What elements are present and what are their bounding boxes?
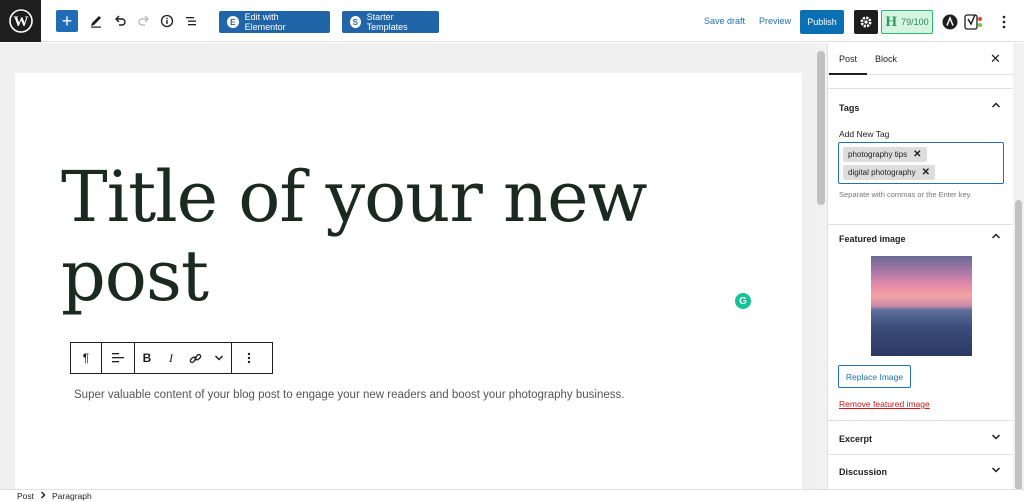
starter-templates-icon: S (350, 16, 361, 28)
chevron-down-icon[interactable] (991, 433, 1001, 444)
chevron-down-icon[interactable] (991, 466, 1001, 477)
editor-scrollbar[interactable] (815, 43, 827, 489)
save-draft-button[interactable]: Save draft (704, 16, 745, 26)
wordpress-logo-icon[interactable]: W (0, 0, 41, 42)
editor-scrollbar-thumb[interactable] (817, 51, 825, 205)
excerpt-heading[interactable]: Excerpt (839, 434, 872, 444)
info-icon[interactable] (157, 11, 177, 31)
remove-tag-icon[interactable]: ✕ (913, 149, 921, 160)
settings-gear-icon[interactable] (854, 10, 878, 34)
block-toolbar: ¶ B I (70, 342, 273, 374)
sidebar-scrollbar-thumb[interactable] (1015, 200, 1022, 490)
block-options-icon[interactable] (232, 343, 266, 373)
discussion-panel[interactable]: Discussion (828, 455, 1014, 489)
sidebar-tabs: Post Block ✕ (828, 43, 1014, 75)
more-options-icon[interactable] (994, 12, 1014, 32)
remove-tag-icon[interactable]: ✕ (922, 167, 930, 178)
featured-image-heading[interactable]: Featured image (839, 234, 906, 244)
align-left-icon[interactable] (102, 343, 134, 373)
seo-logo-icon: H (885, 13, 898, 30)
tag-input-box[interactable]: photography tips ✕ digital photography ✕ (838, 142, 1004, 184)
breadcrumb: Post Paragraph (0, 489, 1024, 502)
sidebar-scrollbar[interactable] (1013, 43, 1024, 490)
discussion-heading[interactable]: Discussion (839, 467, 887, 477)
undo-icon[interactable] (110, 11, 130, 31)
svg-text:W: W (13, 14, 28, 30)
elementor-label: Edit with Elementor (244, 12, 286, 32)
astra-icon[interactable] (940, 12, 960, 32)
pencil-icon[interactable] (86, 11, 106, 31)
seo-score-badge[interactable]: H 79/100 (881, 10, 933, 34)
chevron-up-icon[interactable] (991, 232, 1001, 243)
tab-post[interactable]: Post (828, 54, 868, 75)
seo-score-value: 79/100 (901, 17, 929, 27)
add-block-button[interactable]: + (56, 10, 78, 32)
post-title[interactable]: Title of your new post (61, 158, 701, 316)
replace-image-button[interactable]: Replace Image (838, 365, 911, 388)
redo-icon[interactable] (134, 11, 154, 31)
settings-sidebar: Post Block ✕ Tags Add New Tag photograph… (827, 43, 1014, 489)
preview-button[interactable]: Preview (759, 16, 791, 26)
tag-label: photography tips (848, 150, 908, 159)
close-sidebar-icon[interactable]: ✕ (990, 51, 1001, 67)
more-formats-chevron-icon[interactable] (207, 343, 231, 373)
starter-templates-button[interactable]: S Starter Templates (342, 11, 439, 33)
publish-button[interactable]: Publish (800, 10, 844, 34)
tab-block[interactable]: Block (875, 54, 897, 64)
panel-above (828, 75, 1014, 89)
excerpt-panel[interactable]: Excerpt (828, 421, 1014, 455)
remove-featured-image-link[interactable]: Remove featured image (839, 399, 930, 409)
tags-help-text: Separate with commas or the Enter key. (839, 190, 972, 199)
top-toolbar: W + E Edit with Elementor S Starter Temp… (0, 0, 1024, 42)
add-new-tag-label: Add New Tag (839, 129, 890, 139)
chevron-up-icon[interactable] (991, 101, 1001, 112)
tag-chip: photography tips ✕ (843, 147, 927, 162)
breadcrumb-paragraph[interactable]: Paragraph (52, 491, 92, 501)
chevron-right-icon (40, 491, 46, 501)
list-view-icon[interactable] (181, 11, 201, 31)
featured-image-thumbnail[interactable] (871, 256, 972, 356)
yoast-icon[interactable] (964, 12, 984, 32)
tag-label: digital photography (848, 168, 916, 177)
tags-heading[interactable]: Tags (839, 103, 859, 113)
link-icon[interactable] (183, 343, 207, 373)
bold-icon[interactable]: B (135, 343, 159, 373)
edit-with-elementor-button[interactable]: E Edit with Elementor (219, 11, 330, 33)
elementor-icon: E (227, 16, 239, 28)
breadcrumb-post[interactable]: Post (17, 491, 34, 501)
starter-templates-label: Starter Templates (366, 12, 408, 32)
paragraph-block[interactable]: Super valuable content of your blog post… (74, 389, 624, 401)
grammarly-icon[interactable]: G (735, 293, 751, 309)
paragraph-icon[interactable]: ¶ (71, 343, 101, 373)
tags-panel: Tags Add New Tag photography tips ✕ digi… (828, 89, 1014, 225)
italic-icon[interactable]: I (159, 343, 183, 373)
tag-chip: digital photography ✕ (843, 165, 935, 180)
